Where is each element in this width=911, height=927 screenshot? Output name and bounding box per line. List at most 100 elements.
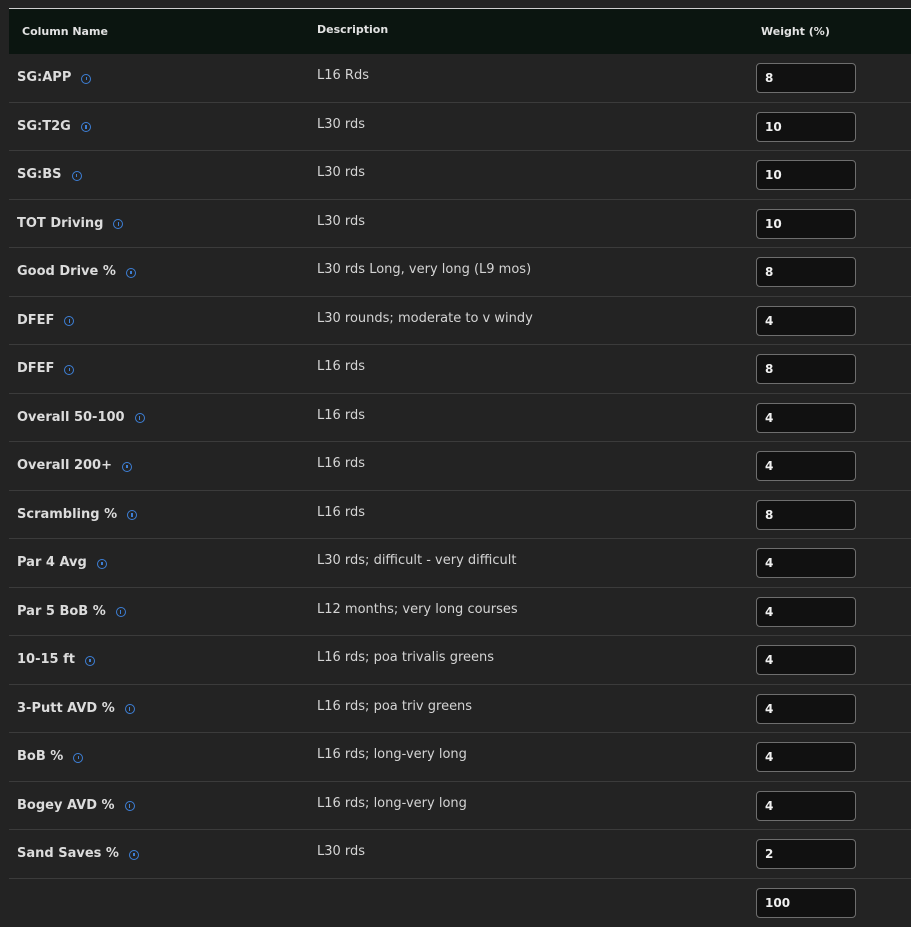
metric-description: L12 months; very long courses: [317, 602, 518, 617]
metric-description: L30 rds: [317, 165, 365, 180]
metric-name: Bogey AVD %: [17, 798, 135, 813]
weight-input[interactable]: [756, 354, 856, 384]
table-row: DFEFL16 rds: [9, 345, 911, 394]
metric-name: Scrambling %: [17, 507, 137, 522]
table-body: SG:APP L16 Rds SG:T2G L30 rds SG:BS L30 rds TO…: [9, 54, 911, 879]
info-icon[interactable]: [81, 74, 91, 84]
weight-input[interactable]: [756, 112, 856, 142]
metric-name-label: Par 5 BoB %: [17, 604, 106, 619]
weight-input[interactable]: [756, 645, 856, 675]
metric-name-label: Overall 200+: [17, 458, 112, 473]
metric-description: L16 rds: [317, 456, 365, 471]
table-row: 10-15 ft L16 rds; poa trivalis greens: [9, 636, 911, 685]
weight-input[interactable]: [756, 63, 856, 93]
weight-input[interactable]: [756, 451, 856, 481]
info-icon[interactable]: [85, 656, 95, 666]
metric-description: L16 rds; poa trivalis greens: [317, 650, 494, 665]
info-icon[interactable]: [127, 510, 137, 520]
metric-name-label: SG:BS: [17, 167, 62, 182]
info-icon[interactable]: [73, 753, 83, 763]
metric-name: 10-15 ft: [17, 652, 95, 667]
info-icon[interactable]: [81, 122, 91, 132]
weight-input[interactable]: [756, 160, 856, 190]
table-row: SG:T2G L30 rds: [9, 103, 911, 152]
metric-description: L16 rds; long-very long: [317, 747, 467, 762]
metric-description: L30 rounds; moderate to v windy: [317, 311, 533, 326]
table-row: Good Drive % L30 rds Long, very long (L9 …: [9, 248, 911, 297]
table-row: BoB % L16 rds; long-very long: [9, 733, 911, 782]
metric-name-label: TOT Driving: [17, 216, 103, 231]
metric-description: L16 rds: [317, 408, 365, 423]
info-icon[interactable]: [125, 704, 135, 714]
metric-description: L30 rds: [317, 844, 365, 859]
table-row: 3-Putt AVD % L16 rds; poa triv greens: [9, 685, 911, 734]
table-row: DFEFL30 rounds; moderate to v windy: [9, 297, 911, 346]
metric-description: L16 rds; long-very long: [317, 796, 467, 811]
weight-input[interactable]: [756, 597, 856, 627]
info-icon[interactable]: [116, 607, 126, 617]
metric-name: Overall 50-100: [17, 410, 145, 425]
metric-name-label: Scrambling %: [17, 507, 117, 522]
info-icon[interactable]: [72, 171, 82, 181]
weight-input[interactable]: [756, 694, 856, 724]
info-icon[interactable]: [126, 268, 136, 278]
metric-name: SG:APP: [17, 70, 91, 85]
header-column-name: Column Name: [22, 25, 108, 38]
table-row: SG:BS L30 rds: [9, 151, 911, 200]
table-row: Overall 50-100 L16 rds: [9, 394, 911, 443]
metric-name-label: SG:APP: [17, 70, 71, 85]
metric-description: L16 rds: [317, 505, 365, 520]
table-row: TOT DrivingL30 rds: [9, 200, 911, 249]
table-row: Bogey AVD % L16 rds; long-very long: [9, 782, 911, 831]
weight-input[interactable]: [756, 548, 856, 578]
weight-input[interactable]: [756, 791, 856, 821]
metric-name-label: Sand Saves %: [17, 846, 119, 861]
table-row: Par 4 Avg L30 rds; difficult - very diffi…: [9, 539, 911, 588]
metric-name: SG:T2G: [17, 119, 91, 134]
header-weight: Weight (%): [761, 25, 830, 38]
weight-input[interactable]: [756, 209, 856, 239]
total-row: [9, 879, 911, 927]
weight-input[interactable]: [756, 839, 856, 869]
info-icon[interactable]: [129, 850, 139, 860]
table-row: Sand Saves % L30 rds: [9, 830, 911, 879]
table-row: Overall 200+ L16 rds: [9, 442, 911, 491]
metric-name-label: Good Drive %: [17, 264, 116, 279]
metric-description: L30 rds; difficult - very difficult: [317, 553, 516, 568]
metric-description: L30 rds Long, very long (L9 mos): [317, 262, 531, 277]
weight-input[interactable]: [756, 742, 856, 772]
weight-input[interactable]: [756, 306, 856, 336]
info-icon[interactable]: [122, 462, 132, 472]
metric-name-label: DFEF: [17, 361, 54, 376]
info-icon[interactable]: [64, 316, 74, 326]
table-row: Par 5 BoB % L12 months; very long courses: [9, 588, 911, 637]
info-icon[interactable]: [125, 801, 135, 811]
metric-name-label: 10-15 ft: [17, 652, 75, 667]
metric-name: Overall 200+: [17, 458, 132, 473]
info-icon[interactable]: [135, 413, 145, 423]
table-row: SG:APP L16 Rds: [9, 54, 911, 103]
weights-table: Column Name Description Weight (%) SG:AP…: [9, 8, 911, 927]
table-row: Scrambling % L16 rds: [9, 491, 911, 540]
metric-name-label: BoB %: [17, 749, 63, 764]
metric-name-label: Overall 50-100: [17, 410, 125, 425]
metric-name: 3-Putt AVD %: [17, 701, 135, 716]
metric-name-label: 3-Putt AVD %: [17, 701, 115, 716]
metric-description: L16 Rds: [317, 68, 369, 83]
total-weight-input[interactable]: [756, 888, 856, 918]
header-description: Description: [317, 23, 388, 36]
weight-input[interactable]: [756, 500, 856, 530]
metric-name: Par 4 Avg: [17, 555, 107, 570]
info-icon[interactable]: [97, 559, 107, 569]
metric-name: TOT Driving: [17, 216, 123, 231]
info-icon[interactable]: [64, 365, 74, 375]
weight-input[interactable]: [756, 257, 856, 287]
weight-input[interactable]: [756, 403, 856, 433]
metric-name-label: SG:T2G: [17, 119, 71, 134]
metric-name: Sand Saves %: [17, 846, 139, 861]
info-icon[interactable]: [113, 219, 123, 229]
metric-name: Par 5 BoB %: [17, 604, 126, 619]
metric-description: L16 rds; poa triv greens: [317, 699, 472, 714]
table-header: Column Name Description Weight (%): [9, 8, 911, 54]
metric-description: L30 rds: [317, 117, 365, 132]
